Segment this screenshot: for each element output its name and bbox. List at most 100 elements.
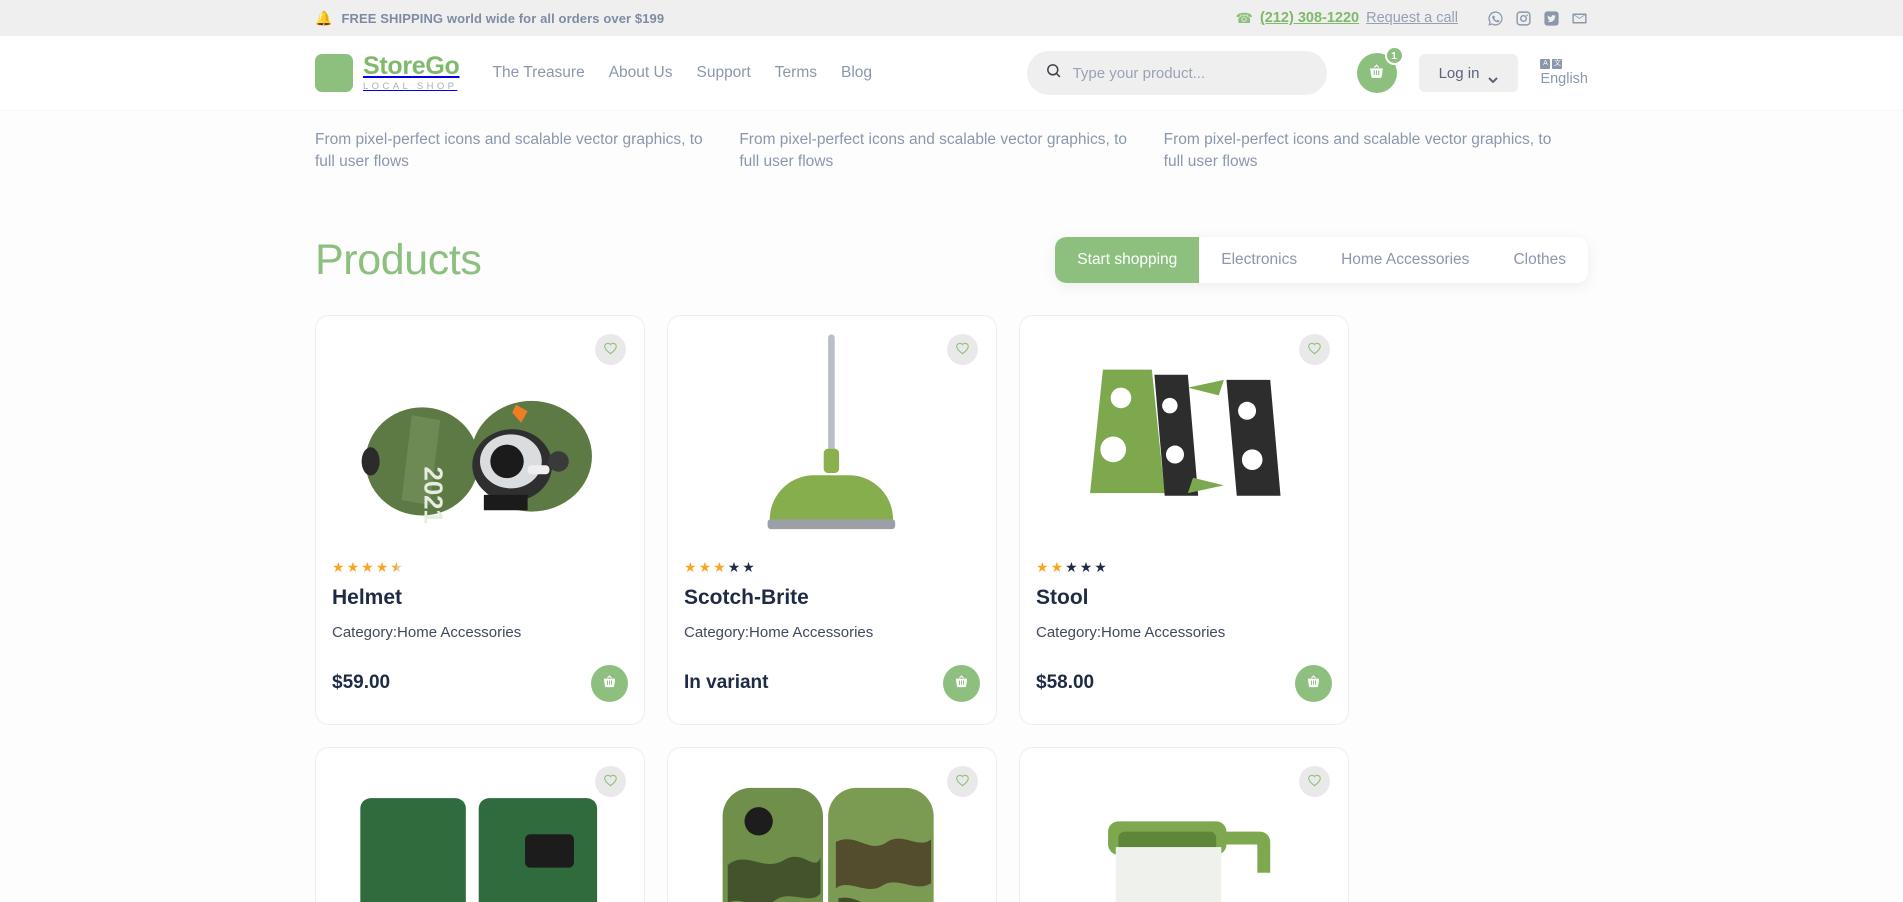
star-icon: ★: [332, 558, 345, 575]
add-to-cart-button[interactable]: [943, 664, 980, 702]
basket-icon: [601, 673, 618, 693]
add-to-cart-button[interactable]: [591, 664, 628, 702]
login-button[interactable]: Log in: [1418, 54, 1519, 92]
product-name: Scotch-Brite: [684, 585, 809, 609]
product-image: [1036, 762, 1332, 902]
nav-item-blog[interactable]: Blog: [841, 64, 872, 82]
cart[interactable]: 1: [1356, 46, 1404, 93]
product-category: Category:Home Accessories: [332, 623, 522, 641]
top-announcement-bar: 🔔 FREE SHIPPING world wide for all order…: [0, 0, 1903, 36]
cart-count-badge: 1: [1384, 46, 1404, 65]
shipping-notice: 🔔 FREE SHIPPING world wide for all order…: [315, 11, 664, 26]
nav-item-the-treasure[interactable]: The Treasure: [493, 64, 585, 82]
product-name: Stool: [1036, 585, 1089, 609]
search-input[interactable]: [1072, 64, 1309, 82]
feature-text-2: From pixel-perfect icons and scalable ve…: [739, 131, 1128, 171]
favorite-button[interactable]: [595, 333, 626, 365]
favorite-button[interactable]: [947, 765, 978, 797]
star-icon: ★: [1036, 558, 1049, 575]
star-icon: ★: [713, 558, 726, 575]
main-nav: The Treasure About Us Support Terms Blog: [493, 64, 872, 82]
heart-icon: [1307, 773, 1322, 790]
feature-item-3: From pixel-perfect icons and scalable ve…: [1164, 129, 1588, 174]
rating-stars: ★ ★ ★ ★ ★: [684, 560, 980, 574]
nav-item-support[interactable]: Support: [696, 64, 750, 82]
logo-subtitle: LOCAL SHOP: [363, 81, 458, 93]
rating-stars: ★ ★ ★ ★ ★: [1036, 560, 1332, 574]
shipping-text: FREE SHIPPING world wide for all orders …: [341, 10, 665, 26]
product-card[interactable]: ★ ★ ★ ★ ★ Scotch-Brite Category:Home Accesso…: [667, 314, 997, 725]
feature-text-1: From pixel-perfect icons and scalable ve…: [315, 131, 703, 171]
product-card[interactable]: 2021 ★ ★ ★ ★ ★ Helmet Category:Home Accessor…: [315, 314, 645, 725]
product-category: Category:Home Accessories: [1036, 623, 1226, 641]
login-label: Log in: [1438, 64, 1480, 82]
favorite-button[interactable]: [1299, 765, 1330, 797]
svg-text:2021: 2021: [419, 467, 447, 524]
tab-clothes[interactable]: Clothes: [1491, 237, 1588, 283]
language-label: English: [1540, 71, 1588, 87]
translate-icon: A 文: [1540, 59, 1563, 69]
twitter-icon[interactable]: [1543, 10, 1560, 27]
heart-icon: [603, 341, 618, 358]
site-header: StoreGo LOCAL SHOP The Treasure About Us…: [0, 36, 1903, 110]
product-card[interactable]: [667, 746, 997, 902]
favorite-button[interactable]: [947, 333, 978, 365]
product-image: [1036, 330, 1332, 550]
product-image: [684, 330, 980, 550]
tab-start-shopping[interactable]: Start shopping: [1055, 237, 1200, 284]
star-empty-icon: ★: [727, 558, 741, 575]
favorite-button[interactable]: [595, 765, 626, 797]
translate-icon-a: A: [1540, 59, 1551, 69]
add-to-cart-button[interactable]: [1295, 664, 1332, 702]
star-icon: ★: [1050, 558, 1064, 575]
star-icon: ★: [361, 558, 374, 575]
product-price: In variant: [684, 672, 769, 694]
heart-icon: [955, 773, 970, 790]
tab-home-accessories[interactable]: Home Accessories: [1319, 237, 1491, 283]
star-icon: ★: [698, 558, 712, 575]
product-card[interactable]: ★ ★ ★ ★ ★ Stool Category:Home Accessories $5…: [1019, 314, 1349, 725]
favorite-button[interactable]: [1299, 333, 1330, 365]
nav-item-about-us[interactable]: About Us: [609, 64, 673, 82]
phone-number-link[interactable]: (212) 308-1220: [1260, 10, 1359, 26]
product-card[interactable]: ★★★★★ Car Foot Mat Category:Home Accesso…: [315, 746, 645, 902]
language-selector[interactable]: A 文 English: [1540, 59, 1588, 87]
product-image: 2021: [332, 330, 628, 550]
chevron-down-icon: [1488, 70, 1499, 84]
topbar-contact: ☎ (212) 308-1220 Request a call: [1235, 10, 1588, 27]
star-icon: ★: [346, 558, 360, 575]
category-tabs: Start shopping Electronics Home Accessor…: [1055, 237, 1588, 284]
logo[interactable]: StoreGo LOCAL SHOP: [315, 54, 460, 92]
whatsapp-icon[interactable]: [1487, 10, 1504, 27]
star-icon: ★: [375, 558, 389, 575]
email-icon[interactable]: [1571, 10, 1588, 27]
feature-strip: From pixel-perfect icons and scalable ve…: [0, 129, 1903, 174]
star-empty-icon: ★: [1079, 558, 1093, 575]
basket-icon: [953, 673, 970, 693]
star-half-icon: ★: [390, 558, 403, 575]
feature-item-2: From pixel-perfect icons and scalable ve…: [739, 129, 1163, 174]
star-empty-icon: ★: [742, 558, 755, 575]
request-a-call-link[interactable]: Request a call: [1366, 10, 1458, 26]
instagram-icon[interactable]: [1515, 10, 1532, 27]
bell-icon: 🔔: [315, 10, 333, 26]
search-bar[interactable]: [1026, 51, 1327, 95]
basket-icon: [1367, 62, 1386, 84]
tab-electronics[interactable]: Electronics: [1199, 237, 1319, 283]
products-header: Products Start shopping Electronics Home…: [0, 236, 1903, 285]
feature-item-1: From pixel-perfect icons and scalable ve…: [315, 129, 739, 174]
product-image: [684, 762, 980, 902]
product-name: Helmet: [332, 585, 403, 609]
product-grid: 2021 ★ ★ ★ ★ ★ Helmet Category:Home Accessor…: [0, 314, 1903, 902]
product-price: $58.00: [1036, 672, 1095, 694]
product-card[interactable]: [1019, 746, 1349, 902]
star-empty-icon: ★: [1094, 558, 1107, 575]
heart-icon: [1307, 341, 1322, 358]
feature-text-3: From pixel-perfect icons and scalable ve…: [1163, 131, 1552, 171]
nav-item-terms[interactable]: Terms: [775, 64, 817, 82]
product-image: [332, 762, 628, 902]
product-category: Category:Home Accessories: [684, 623, 874, 641]
star-icon: ★: [684, 558, 697, 575]
search-icon: [1045, 62, 1062, 84]
phone-icon: ☎: [1235, 9, 1253, 26]
